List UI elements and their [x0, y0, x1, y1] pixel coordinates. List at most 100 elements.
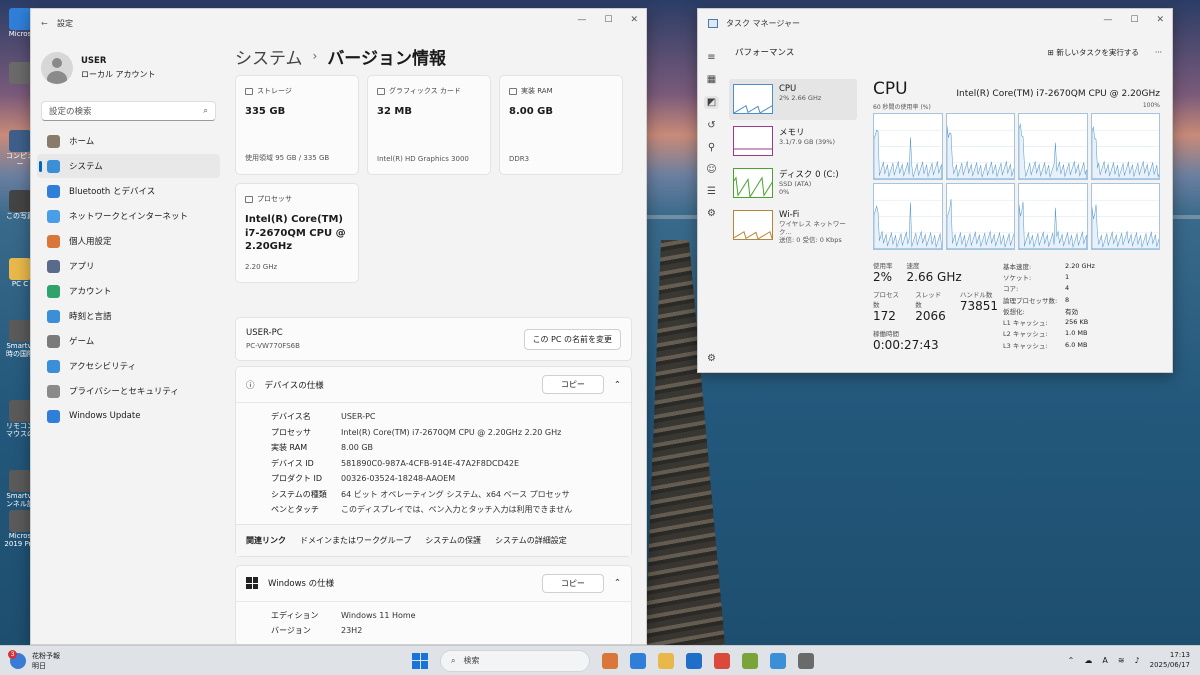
users-icon[interactable]: ☺: [706, 164, 716, 175]
performance-icon[interactable]: ◩: [703, 96, 720, 109]
resource-item[interactable]: CPU 2% 2.66 GHz: [729, 79, 857, 120]
brush-icon: [47, 234, 60, 248]
sidebar-item-network[interactable]: ネットワークとインターネット: [37, 204, 220, 228]
ime-indicator[interactable]: A: [1102, 656, 1107, 665]
processes-icon[interactable]: ▦: [707, 74, 716, 85]
sidebar-item-accessibility[interactable]: アクセシビリティ: [37, 354, 220, 378]
back-arrow-icon[interactable]: ←: [41, 19, 57, 28]
chevron-up-icon[interactable]: ⌃: [614, 380, 621, 390]
sidebar-item-shield[interactable]: プライバシーとセキュリティ: [37, 379, 220, 403]
related-link[interactable]: システムの保護: [425, 535, 481, 546]
taskmgr-titlebar: タスク マネージャー: [698, 9, 1172, 37]
spec-key: デバイス ID: [271, 458, 314, 468]
rename-pc-button[interactable]: この PC の名前を変更: [523, 328, 621, 350]
taskmgr-nav-rail: ≡ ▦ ◩ ↺ ⚲ ☺ ☰ ⚙ ⚙: [698, 37, 725, 372]
cloud-icon[interactable]: ☁: [1084, 656, 1092, 665]
start-button[interactable]: [412, 652, 428, 669]
resource-name: メモリ: [779, 128, 805, 138]
copy-windows-spec-button[interactable]: コピー: [541, 573, 604, 593]
sidebar-item-bluetooth[interactable]: Bluetooth とデバイス: [37, 179, 220, 203]
card-value: 8.00 GB: [509, 106, 553, 117]
close-icon[interactable]: ✕: [630, 15, 638, 25]
detail-value: 2.20 GHz: [1065, 261, 1095, 270]
taskbar-app-icon[interactable]: [798, 652, 814, 669]
startup-icon[interactable]: ⚲: [708, 142, 715, 153]
cpu-core-graph: [1018, 183, 1088, 250]
spec-card: グラフィックス カード 32 MB Intel(R) HD Graphics 300…: [367, 75, 491, 175]
cpu-model: Intel(R) Core(TM) i7-2670QM CPU @ 2.20GH…: [956, 89, 1160, 99]
sidebar-item-system[interactable]: システム: [37, 154, 220, 178]
user-profile[interactable]: USER ローカル アカウント: [31, 37, 226, 89]
card-sub: DDR3: [509, 155, 530, 163]
taskbar-app-icon[interactable]: [686, 652, 702, 669]
minimize-icon[interactable]: —: [1103, 15, 1112, 25]
spec-key: バージョン: [271, 626, 311, 636]
sidebar-item-brush[interactable]: 個人用設定: [37, 229, 220, 253]
desktop-icon-image: [9, 320, 31, 342]
taskbar-app-icon[interactable]: [630, 652, 646, 669]
taskbar-app-icon[interactable]: [770, 652, 786, 669]
minimize-icon[interactable]: —: [577, 15, 586, 25]
taskbar-search[interactable]: ⌕ 検索: [440, 649, 590, 672]
sidebar-item-home[interactable]: ホーム: [37, 129, 220, 153]
taskbar-app-icon[interactable]: [742, 652, 758, 669]
resource-item[interactable]: ディスク 0 (C:) SSD (ATA) 0%: [729, 163, 857, 204]
desktop-icon-image: [9, 470, 31, 492]
detail-row: ソケット: 1: [1003, 271, 1095, 282]
spec-key: システムの種類: [271, 489, 327, 499]
sidebar-item-update[interactable]: Windows Update: [37, 404, 220, 428]
related-link[interactable]: システムの詳細設定: [495, 535, 567, 546]
more-options-icon[interactable]: ···: [1155, 48, 1162, 57]
taskmgr-header: パフォーマンス ⊞ 新しいタスクを実行する ···: [725, 37, 1172, 67]
home-icon: [47, 134, 60, 148]
spec-value: このディスプレイでは、ペン入力とタッチ入力は利用できません: [341, 505, 573, 515]
chevron-up-icon[interactable]: ⌃: [1068, 656, 1075, 665]
close-icon[interactable]: ✕: [1156, 15, 1164, 25]
windows-logo-icon: [246, 577, 258, 589]
hamburger-icon[interactable]: ≡: [707, 52, 715, 63]
settings-search-input[interactable]: 設定の検索 ⌕: [41, 101, 216, 121]
weather-widget[interactable]: 3 花粉予報 明日: [8, 649, 60, 671]
spec-card: 実装 RAM 8.00 GB DDR3: [499, 75, 623, 175]
volume-icon[interactable]: ♪: [1135, 656, 1140, 665]
taskbar-app-icon[interactable]: [714, 652, 730, 669]
settings-window-title: 設定: [57, 18, 73, 28]
sidebar-item-account[interactable]: アカウント: [37, 279, 220, 303]
sidebar-item-label: Windows Update: [69, 411, 141, 421]
maximize-icon[interactable]: ☐: [604, 15, 612, 25]
taskbar-app-icon[interactable]: [658, 652, 674, 669]
sidebar-item-apps[interactable]: アプリ: [37, 254, 220, 278]
chevron-up-icon[interactable]: ⌃: [614, 578, 621, 588]
card-title-text: グラフィックス カード: [389, 87, 461, 95]
maximize-icon[interactable]: ☐: [1130, 15, 1138, 25]
services-icon[interactable]: ⚙: [707, 208, 716, 219]
run-new-task-button[interactable]: ⊞ 新しいタスクを実行する: [1048, 47, 1139, 58]
spec-row: デバイス名 USER-PC: [271, 409, 631, 425]
clock-date: 2025/06/17: [1149, 660, 1190, 669]
sidebar-item-clock[interactable]: 時刻と言語: [37, 304, 220, 328]
breadcrumb-parent[interactable]: システム: [235, 44, 303, 69]
spec-value: Intel(R) Core(TM) i7-2670QM CPU @ 2.20GH…: [341, 427, 562, 437]
sidebar-item-gamepad[interactable]: ゲーム: [37, 329, 220, 353]
app-history-icon[interactable]: ↺: [707, 120, 715, 131]
sidebar-item-label: Bluetooth とデバイス: [69, 187, 156, 197]
card-title-text: ストレージ: [257, 87, 292, 95]
spec-row: システムの種類 64 ビット オペレーティング システム、x64 ベース プロセッ…: [271, 487, 631, 503]
wifi-icon[interactable]: ≋: [1118, 656, 1125, 665]
resource-item[interactable]: Wi-Fi ワイヤレス ネットワーク... 送信: 0 受信: 0 Kbps: [729, 205, 857, 246]
related-link[interactable]: ドメインまたはワークグループ: [300, 535, 411, 546]
spec-row: バージョン 23H2: [271, 623, 631, 639]
card-value: Intel(R) Core(TM) i7-2670QM CPU @ 2.20GH…: [245, 214, 346, 252]
clock[interactable]: 17:13 2025/06/17: [1150, 651, 1190, 669]
notification-badge: 3: [8, 649, 17, 659]
details-icon[interactable]: ☰: [707, 186, 716, 197]
settings-icon[interactable]: ⚙: [707, 353, 716, 364]
system-icon: [47, 159, 60, 173]
task-manager-icon: [708, 18, 718, 28]
copy-device-spec-button[interactable]: コピー: [541, 375, 604, 394]
detail-value: 有効: [1065, 307, 1078, 316]
resource-item[interactable]: メモリ 3.1/7.9 GB (39%): [729, 121, 857, 162]
update-icon: [47, 409, 60, 423]
taskbar-app-icon[interactable]: [602, 652, 618, 669]
processes-value: 172: [873, 309, 896, 323]
